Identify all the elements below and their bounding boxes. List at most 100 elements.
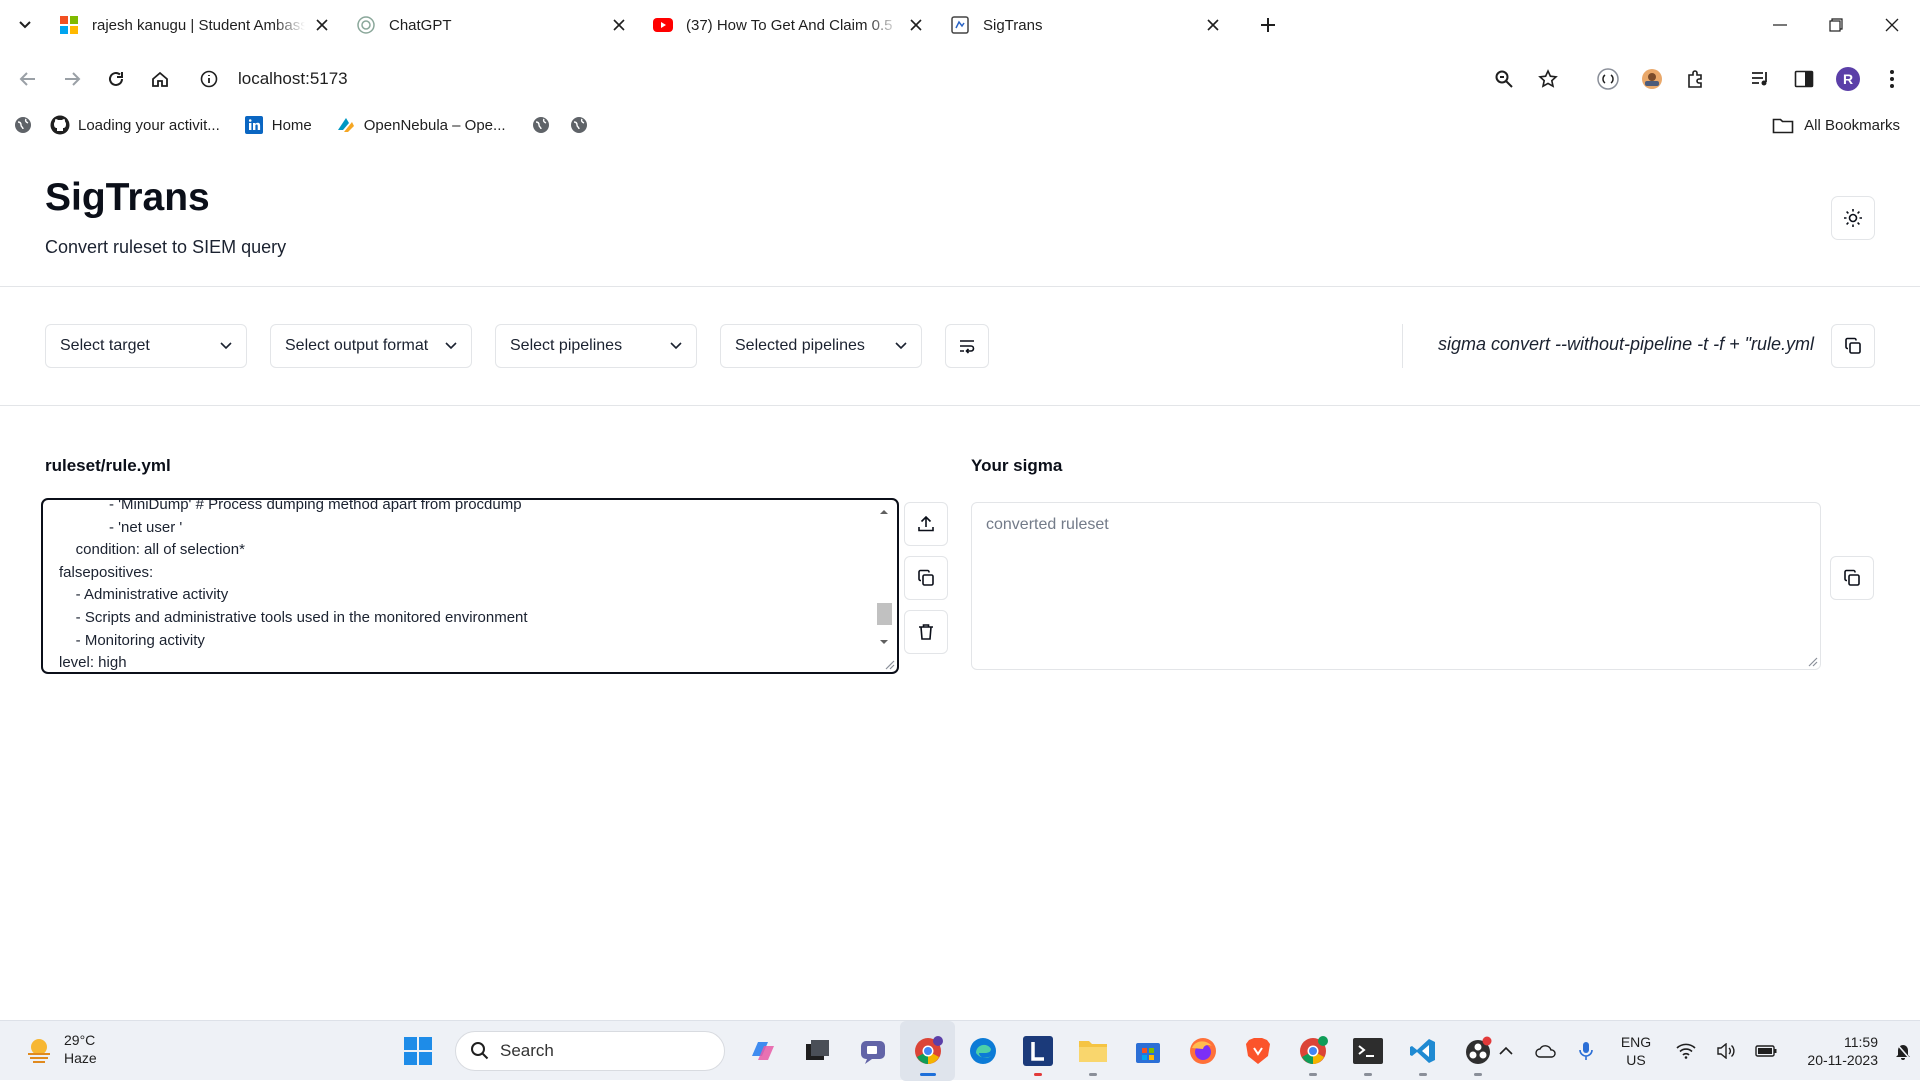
bookmark-globe-1[interactable] — [0, 108, 38, 142]
editor-line: - 'MiniDump' # Process dumping method ap… — [59, 498, 522, 513]
taskbar-app-copilot[interactable] — [735, 1021, 790, 1081]
sigma-command-text: sigma convert --without-pipeline -t -f +… — [1437, 334, 1814, 354]
tab-student-ambassador[interactable]: rajesh kanugu | Student Ambassador — [50, 0, 347, 50]
delete-ruleset-button[interactable] — [904, 610, 948, 654]
new-tab-button[interactable] — [1248, 5, 1288, 45]
editor-line: - Administrative activity — [59, 586, 229, 604]
volume-icon[interactable] — [1706, 1021, 1746, 1081]
tab-strip: rajesh kanugu | Student Ambassador ChatG… — [0, 0, 1920, 50]
restore-button[interactable] — [1808, 0, 1864, 50]
reload-button[interactable] — [94, 58, 138, 100]
converted-output-textarea[interactable]: converted ruleset — [971, 502, 1821, 670]
copy-command-button[interactable] — [1831, 324, 1875, 368]
site-info-icon[interactable] — [194, 70, 224, 88]
scroll-down-icon[interactable] — [876, 636, 892, 648]
battery-icon[interactable] — [1746, 1021, 1786, 1081]
tab-youtube[interactable]: (37) How To Get And Claim 0.5 — [644, 0, 941, 50]
menu-kebab-icon[interactable] — [1870, 58, 1914, 100]
browser-toolbar: localhost:5173 R — [0, 58, 1920, 100]
ruleset-label: ruleset/rule.yml — [45, 456, 171, 475]
plus-icon — [1261, 18, 1275, 32]
microphone-icon[interactable] — [1566, 1021, 1606, 1081]
show-hidden-icons-button[interactable] — [1486, 1021, 1526, 1081]
pipelines-select[interactable]: Select pipelines — [495, 324, 697, 368]
tab-title: (37) How To Get And Claim 0.5 — [686, 16, 893, 34]
extension-avatar-icon[interactable] — [1630, 58, 1674, 100]
close-icon[interactable] — [1202, 14, 1224, 36]
ruleset-text[interactable]: - 'MiniDump' # Process dumping method ap… — [59, 498, 528, 672]
taskbar-app-edge[interactable] — [955, 1021, 1010, 1081]
folder-icon — [1772, 118, 1794, 134]
copy-ruleset-button[interactable] — [904, 556, 948, 600]
temperature: 29°C — [64, 1032, 96, 1048]
tab-search-button[interactable] — [0, 0, 50, 50]
trash-icon — [919, 624, 933, 640]
bookmark-globe-3[interactable] — [556, 108, 594, 142]
star-icon[interactable] — [1526, 58, 1570, 100]
chevron-down-icon — [220, 342, 232, 350]
close-icon[interactable] — [905, 14, 927, 36]
address-bar[interactable]: localhost:5173 — [194, 60, 1444, 98]
resize-handle-icon[interactable] — [1806, 655, 1818, 667]
minimize-button[interactable] — [1752, 0, 1808, 50]
ruleset-editor[interactable]: - 'MiniDump' # Process dumping method ap… — [41, 498, 899, 674]
taskbar-app-vscode[interactable] — [1395, 1021, 1450, 1081]
side-panel-icon[interactable] — [1782, 58, 1826, 100]
copy-output-button[interactable] — [1830, 556, 1874, 600]
resize-handle-icon[interactable] — [883, 658, 895, 670]
onedrive-icon[interactable] — [1526, 1021, 1566, 1081]
clock-time: 11:59 — [1844, 1034, 1878, 1050]
close-window-button[interactable] — [1864, 0, 1920, 50]
l-app-icon — [1022, 1036, 1053, 1066]
wifi-icon[interactable] — [1666, 1021, 1706, 1081]
notification-bell-icon[interactable] — [1886, 1021, 1920, 1081]
clock-date: 20-11-2023 — [1807, 1052, 1878, 1068]
tab-chatgpt[interactable]: ChatGPT — [347, 0, 644, 50]
chrome-icon — [914, 1036, 943, 1064]
extension-circle-icon[interactable] — [1586, 58, 1630, 100]
taskbar-app-chrome-profile[interactable] — [1285, 1021, 1340, 1081]
profile-avatar[interactable]: R — [1826, 58, 1870, 100]
taskbar-app-terminal[interactable] — [1340, 1021, 1395, 1081]
bookmark-linkedin[interactable]: Home — [232, 108, 324, 142]
bookmark-label: Loading your activit... — [78, 116, 220, 134]
system-clock[interactable]: 11:59 20-11-2023 — [1786, 1033, 1878, 1069]
taskbar-app-store[interactable] — [1120, 1021, 1175, 1081]
taskbar-app-brave[interactable] — [1230, 1021, 1285, 1081]
output-placeholder: converted ruleset — [986, 516, 1109, 533]
weather-widget[interactable]: 29°C Haze — [24, 1031, 97, 1067]
selected-pipelines-select[interactable]: Selected pipelines — [720, 324, 922, 368]
taskbar-app-teams[interactable] — [845, 1021, 900, 1081]
taskbar-app-taskview[interactable] — [790, 1021, 845, 1081]
close-icon[interactable] — [608, 14, 630, 36]
editor-scrollbar[interactable] — [876, 506, 892, 666]
chevron-down-icon — [445, 342, 457, 350]
bookmark-opennebula[interactable]: OpenNebula – Ope... — [324, 108, 518, 142]
upload-button[interactable] — [904, 502, 948, 546]
forward-button[interactable] — [50, 58, 94, 100]
taskbar-app-firefox[interactable] — [1175, 1021, 1230, 1081]
wrap-text-button[interactable] — [945, 324, 989, 368]
taskbar-app-chrome[interactable] — [900, 1021, 955, 1081]
extensions-puzzle-icon[interactable] — [1674, 58, 1718, 100]
taskbar-app-file-explorer[interactable] — [1065, 1021, 1120, 1081]
scroll-up-icon[interactable] — [876, 506, 892, 518]
bookmark-globe-2[interactable] — [518, 108, 556, 142]
taskbar-app-l[interactable] — [1010, 1021, 1065, 1081]
tab-sigtrans[interactable]: SigTrans — [941, 0, 1238, 50]
target-select[interactable]: Select target — [45, 324, 247, 368]
close-icon[interactable] — [311, 14, 333, 36]
bookmark-github[interactable]: Loading your activit... — [38, 108, 232, 142]
all-bookmarks-button[interactable]: All Bookmarks — [1772, 108, 1900, 142]
scrollbar-thumb[interactable] — [877, 603, 892, 625]
input-language-indicator[interactable]: ENG US — [1606, 1033, 1666, 1069]
chevron-down-icon — [895, 342, 907, 350]
zoom-icon[interactable] — [1482, 58, 1526, 100]
taskbar-search[interactable]: Search — [455, 1031, 725, 1071]
output-format-select[interactable]: Select output format — [270, 324, 472, 368]
media-controls-icon[interactable] — [1738, 58, 1782, 100]
start-button[interactable] — [390, 1021, 445, 1081]
theme-toggle-button[interactable] — [1831, 196, 1875, 240]
home-button[interactable] — [138, 58, 182, 100]
back-button[interactable] — [6, 58, 50, 100]
